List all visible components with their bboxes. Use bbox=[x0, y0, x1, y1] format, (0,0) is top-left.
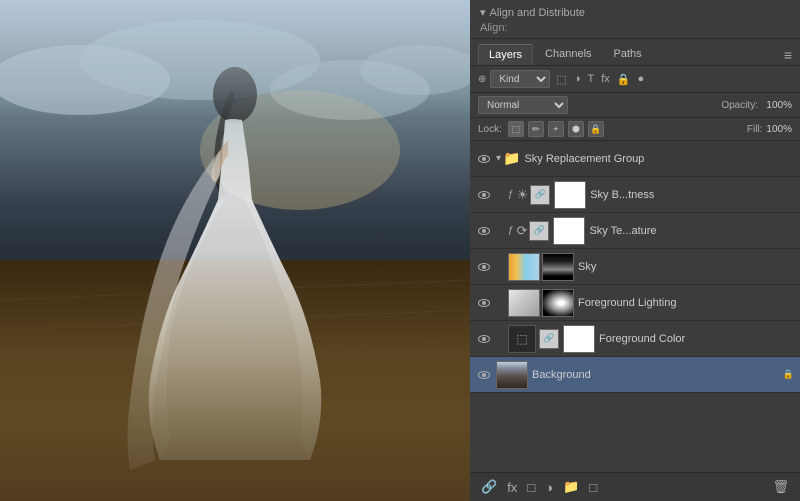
thumb-background bbox=[496, 361, 528, 389]
layer-sky-texture[interactable]: ƒ ⟳ 🔗 Sky Te...ature bbox=[470, 213, 800, 249]
delete-layer-icon[interactable]: 🗑 bbox=[769, 477, 792, 497]
lock-all-icon[interactable]: 🔒 bbox=[588, 121, 604, 137]
eye-icon-background bbox=[478, 371, 490, 379]
collapse-icon[interactable]: ▾ bbox=[480, 6, 486, 19]
link-layers-icon[interactable]: 🔗 bbox=[478, 477, 500, 497]
opacity-label: Opacity: bbox=[721, 100, 758, 111]
right-panel: ▾ Align and Distribute Align: Layers Cha… bbox=[470, 0, 800, 501]
canvas-area bbox=[0, 0, 470, 501]
kind-select[interactable]: Kind bbox=[490, 70, 550, 88]
add-mask-icon[interactable]: □ bbox=[524, 478, 538, 497]
layer-sky-replacement-group[interactable]: ▾ 📁 Sky Replacement Group bbox=[470, 141, 800, 177]
layer-sky-brightness[interactable]: ƒ ☀ 🔗 Sky B...tness bbox=[470, 177, 800, 213]
field-overlay bbox=[0, 251, 470, 501]
eye-sky-replacement[interactable] bbox=[476, 151, 492, 167]
tabs-row: Layers Channels Paths ≡ bbox=[470, 39, 800, 66]
text-filter-icon[interactable]: T bbox=[585, 72, 596, 86]
layer-name-foreground-lighting: Foreground Lighting bbox=[578, 297, 794, 309]
smart-filter-icon[interactable]: 🔒 bbox=[615, 72, 633, 87]
opacity-value: 100% bbox=[762, 100, 792, 111]
adj-icon-sky-brightness: ☀ bbox=[517, 187, 529, 203]
layer-foreground-lighting[interactable]: Foreground Lighting bbox=[470, 285, 800, 321]
folder-icon-sky-replacement: 📁 bbox=[503, 150, 520, 167]
pixel-filter-icon[interactable]: ⬚ bbox=[554, 72, 568, 87]
lock-artboard-icon[interactable]: ⬢ bbox=[568, 121, 584, 137]
eye-icon-sky-texture bbox=[478, 227, 490, 235]
eye-foreground-color[interactable] bbox=[476, 331, 492, 347]
layer-name-background: Background bbox=[532, 369, 779, 381]
canvas-image bbox=[0, 0, 470, 501]
panel-menu-icon[interactable]: ≡ bbox=[784, 47, 792, 63]
eye-sky-texture[interactable] bbox=[476, 223, 492, 239]
eye-icon-foreground-lighting bbox=[478, 299, 490, 307]
layer-name-sky-replacement: Sky Replacement Group bbox=[524, 153, 794, 165]
new-layer-icon[interactable]: □ bbox=[586, 478, 600, 497]
lock-row: Lock: ⬚ ✏ + ⬢ 🔒 Fill: 100% bbox=[470, 118, 800, 141]
thumb-sky-brightness bbox=[554, 181, 586, 209]
eye-sky-brightness[interactable] bbox=[476, 187, 492, 203]
thumb-foreground-color bbox=[563, 325, 595, 353]
adjustment-filter-icon[interactable]: ◑ bbox=[572, 72, 583, 86]
eye-background[interactable] bbox=[476, 367, 492, 383]
mask-foreground-lighting bbox=[542, 289, 574, 317]
filter-row: ⊕ Kind ⬚ ◑ T fx 🔒 ● bbox=[470, 66, 800, 93]
layers-panel: Layers Channels Paths ≡ ⊕ Kind ⬚ ◑ T fx … bbox=[470, 39, 800, 501]
align-label: Align: bbox=[480, 22, 790, 34]
background-lock-icon: 🔒 bbox=[783, 369, 794, 380]
mask-sky bbox=[542, 253, 574, 281]
new-adjustment-icon[interactable]: ◑ bbox=[542, 478, 556, 497]
fx-icon-sky-texture: ƒ bbox=[508, 225, 514, 236]
add-style-icon[interactable]: fx bbox=[504, 478, 520, 497]
shape-filter-icon[interactable]: fx bbox=[599, 72, 612, 86]
layer-name-sky-texture: Sky Te...ature bbox=[589, 225, 794, 237]
tabs-left: Layers Channels Paths bbox=[478, 44, 652, 65]
fx-icon-sky-brightness: ƒ bbox=[508, 189, 514, 200]
new-group-icon[interactable]: 📁 bbox=[560, 477, 582, 497]
layer-foreground-color[interactable]: ⬚ 🔗 Foreground Color bbox=[470, 321, 800, 357]
tab-channels[interactable]: Channels bbox=[535, 44, 601, 65]
lock-label: Lock: bbox=[478, 124, 502, 135]
sky-overlay bbox=[0, 0, 470, 200]
eye-foreground-lighting[interactable] bbox=[476, 295, 492, 311]
eye-sky[interactable] bbox=[476, 259, 492, 275]
tab-layers[interactable]: Layers bbox=[478, 44, 533, 65]
group-collapse-icon[interactable]: ▾ bbox=[496, 153, 501, 164]
fill-label: Fill: bbox=[747, 124, 763, 135]
adj-thumb-foreground-color: ⬚ bbox=[508, 325, 536, 353]
thumb-sky bbox=[508, 253, 540, 281]
align-title: ▾ Align and Distribute bbox=[480, 6, 790, 19]
layer-sky[interactable]: Sky bbox=[470, 249, 800, 285]
layer-name-foreground-color: Foreground Color bbox=[599, 333, 794, 345]
lock-transparency-icon[interactable]: ⬚ bbox=[508, 121, 524, 137]
lock-position-icon[interactable]: + bbox=[548, 121, 564, 137]
chain-sky-texture: 🔗 bbox=[529, 221, 549, 241]
blend-mode-select[interactable]: Normal bbox=[478, 96, 568, 114]
tab-paths[interactable]: Paths bbox=[604, 44, 652, 65]
filter-icons: ⬚ ◑ T fx 🔒 ● bbox=[554, 72, 646, 87]
layer-background[interactable]: Background 🔒 bbox=[470, 357, 800, 393]
filter-label: ⊕ bbox=[478, 74, 486, 85]
color-filter-icon[interactable]: ● bbox=[635, 72, 646, 86]
thumb-foreground-lighting bbox=[508, 289, 540, 317]
layers-list: ▾ 📁 Sky Replacement Group ƒ ☀ 🔗 Sky B...… bbox=[470, 141, 800, 472]
layer-name-sky-brightness: Sky B...tness bbox=[590, 189, 794, 201]
thumb-sky-texture bbox=[553, 217, 585, 245]
eye-icon-sky bbox=[478, 263, 490, 271]
align-section-label: Align and Distribute bbox=[490, 7, 585, 19]
chain-foreground-color: 🔗 bbox=[539, 329, 559, 349]
eye-icon-foreground-color bbox=[478, 335, 490, 343]
eye-icon-sky-brightness bbox=[478, 191, 490, 199]
align-section: ▾ Align and Distribute Align: bbox=[470, 0, 800, 39]
layer-name-sky: Sky bbox=[578, 261, 794, 273]
adj-icon-sky-texture: ⟳ bbox=[517, 223, 528, 239]
chain-sky-brightness: 🔗 bbox=[530, 185, 550, 205]
lock-pixels-icon[interactable]: ✏ bbox=[528, 121, 544, 137]
blend-row: Normal Opacity: 100% bbox=[470, 93, 800, 118]
eye-icon-sky-replacement bbox=[478, 155, 490, 163]
layers-toolbar: 🔗 fx □ ◑ 📁 □ 🗑 bbox=[470, 472, 800, 501]
fill-value: 100% bbox=[766, 124, 792, 135]
